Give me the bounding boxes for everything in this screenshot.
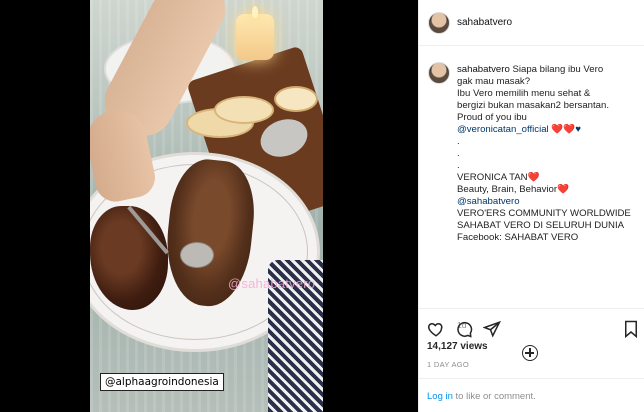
caption-line: Ibu Vero memilih menu sehat & <box>457 88 591 99</box>
save-icon[interactable] <box>622 320 640 338</box>
caption-line-text: Siapa bilang ibu Vero <box>512 64 604 75</box>
caption-text: sahabatvero Siapa bilang ibu Vero gak ma… <box>457 64 641 244</box>
caption-line: Beauty, Brain, Behavior❤️ <box>457 184 570 195</box>
login-prompt: Log in to like or comment. <box>427 391 536 402</box>
candle <box>236 14 274 60</box>
spoon <box>180 242 214 268</box>
caption-username[interactable]: sahabatvero <box>457 64 510 75</box>
caption-line: . <box>457 160 460 171</box>
caption-mention-link[interactable]: @sahabatvero <box>457 196 641 208</box>
caption-line: . <box>457 136 460 147</box>
comment-icon[interactable] <box>455 320 473 338</box>
caption-line: sahabatvero Siapa bilang ibu Vero <box>457 64 641 76</box>
caption-line: Facebook: SAHABAT VERO <box>457 232 579 243</box>
caption-avatar[interactable] <box>428 62 450 84</box>
instagram-post-view: @sahabatvero @alphaagroindonesia sahabat… <box>0 0 644 412</box>
post-side-panel: sahabatvero sahabatvero Siapa bilang ibu… <box>418 0 644 412</box>
views-count[interactable]: 14,127 views <box>427 341 488 352</box>
caption-line: bergizi bukan masakan2 bersantan. <box>457 100 609 111</box>
bread <box>274 86 318 112</box>
caption-line: VERONICA TAN❤️ <box>457 172 540 183</box>
caption-line: gak mau masak? <box>457 76 531 87</box>
bread <box>214 96 274 124</box>
caption-mention-link[interactable]: @veronicatan_official ❤️❤️♥ <box>457 124 641 136</box>
login-rest: to like or comment. <box>452 391 536 402</box>
login-link[interactable]: Log in <box>427 391 453 402</box>
media-area: @sahabatvero @alphaagroindonesia <box>0 0 418 412</box>
candle-flame <box>252 6 258 18</box>
post-video[interactable]: @sahabatvero @alphaagroindonesia <box>90 0 323 412</box>
share-icon[interactable] <box>483 320 501 338</box>
header-username[interactable]: sahabatvero <box>457 17 512 28</box>
video-tag: @alphaagroindonesia <box>100 373 224 391</box>
post-header: sahabatvero <box>419 0 644 46</box>
post-age: 1 DAY AGO <box>427 360 470 369</box>
video-watermark: @sahabatvero <box>228 276 316 291</box>
caption-line: VERO'ERS COMMUNITY WORLDWIDE <box>457 208 631 219</box>
avatar[interactable] <box>428 12 450 34</box>
caption-line: Proud of you ibu <box>457 112 527 123</box>
heart-icon[interactable] <box>427 320 445 338</box>
login-bar: Log in to like or comment. <box>419 378 644 412</box>
caption-line: . <box>457 148 460 159</box>
caption-line: SAHABAT VERO DI SELURUH DUNIA <box>457 220 625 231</box>
hand <box>90 0 236 206</box>
